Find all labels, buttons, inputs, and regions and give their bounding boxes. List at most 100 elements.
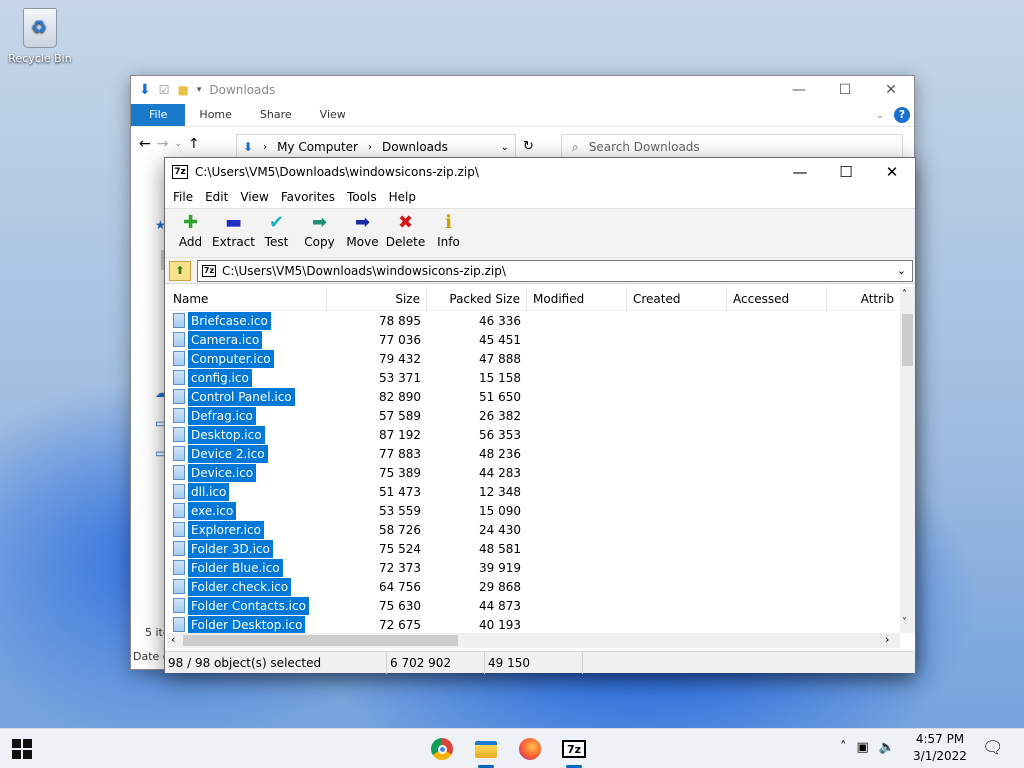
file-row[interactable]: Folder check.ico 64 756 29 868 — [167, 577, 900, 596]
taskbar-chrome[interactable] — [420, 729, 464, 768]
file-icon — [173, 465, 185, 480]
recent-locations-icon[interactable]: ⌄ — [174, 139, 182, 149]
ribbon-tab-home[interactable]: Home — [185, 104, 245, 126]
test-button-label: Test — [264, 235, 289, 249]
add-button[interactable]: ✚ Add — [169, 209, 212, 250]
file-row[interactable]: Folder 3D.ico 75 524 48 581 — [167, 539, 900, 558]
explorer-titlebar: ⬇ ☑ ■ ▾ Downloads — ☐ ✕ — [131, 76, 914, 104]
volume-icon[interactable]: 🔈 — [879, 740, 895, 755]
delete-button[interactable]: ✖ Delete — [384, 209, 427, 250]
extract-button[interactable]: ▬ Extract — [212, 209, 255, 250]
selected-packed-size: 49 150 — [485, 651, 583, 674]
file-row[interactable]: exe.ico 53 559 15 090 — [167, 501, 900, 520]
menu-view[interactable]: View — [234, 190, 274, 204]
file-row[interactable]: Control Panel.ico 82 890 51 650 — [167, 387, 900, 406]
scroll-left-icon[interactable]: ‹ — [171, 633, 175, 646]
explorer-maximize-button[interactable]: ☐ — [822, 76, 868, 104]
test-button[interactable]: ✔ Test — [255, 209, 298, 250]
scroll-down-icon[interactable]: ˅ — [902, 617, 907, 628]
column-header-modified[interactable]: Modified — [527, 287, 627, 311]
file-row[interactable]: Folder Desktop.ico 72 675 40 193 — [167, 615, 900, 633]
taskbar-clock[interactable]: 4:57 PM 3/1/2022 — [898, 731, 982, 765]
file-size: 79 432 — [379, 351, 421, 366]
folder-up-icon[interactable]: ⬆ — [169, 260, 191, 281]
properties-icon[interactable]: ☑ — [159, 83, 170, 97]
file-row[interactable]: Folder Contacts.ico 75 630 44 873 — [167, 596, 900, 615]
sevenzip-maximize-button[interactable]: ☐ — [823, 158, 869, 186]
explorer-minimize-button[interactable]: — — [776, 76, 822, 104]
horizontal-scroll-thumb[interactable] — [183, 635, 458, 646]
horizontal-scrollbar[interactable]: ‹ › — [167, 633, 900, 648]
file-row[interactable]: Explorer.ico 58 726 24 430 — [167, 520, 900, 539]
column-header-packed-size[interactable]: Packed Size — [427, 287, 527, 311]
file-row[interactable]: Folder Blue.ico 72 373 39 919 — [167, 558, 900, 577]
notifications-icon[interactable]: 🗨 — [982, 738, 1004, 758]
file-row[interactable]: Defrag.ico 57 589 26 382 — [167, 406, 900, 425]
file-row[interactable]: Device 2.ico 77 883 48 236 — [167, 444, 900, 463]
file-packed-size: 39 919 — [479, 560, 521, 575]
menu-file[interactable]: File — [167, 190, 199, 204]
ribbon-tab-share[interactable]: Share — [246, 104, 306, 126]
ribbon-tab-file[interactable]: File — [131, 104, 186, 126]
column-header-attributes[interactable]: Attrib — [827, 287, 900, 311]
file-row[interactable]: Briefcase.ico 78 895 46 336 — [167, 311, 900, 330]
network-icon[interactable]: ▣ — [857, 740, 869, 755]
ribbon-tab-view[interactable]: View — [306, 104, 360, 126]
address-dropdown-icon[interactable]: ⌄ — [501, 142, 515, 153]
quick-access-dropdown-icon[interactable]: ▾ — [197, 85, 202, 95]
explorer-navigation-pane[interactable]: ★ ☁ ▭ ▭ — [131, 168, 167, 648]
explorer-close-button[interactable]: ✕ — [868, 76, 914, 104]
copy-arrow-icon: ➡ — [311, 212, 328, 233]
sevenzip-statusbar: 98 / 98 object(s) selected 6 702 902 49 … — [165, 651, 915, 674]
start-button[interactable] — [12, 739, 32, 759]
help-icon[interactable]: ? — [894, 107, 910, 123]
file-size: 72 373 — [379, 560, 421, 575]
column-header-created[interactable]: Created — [627, 287, 727, 311]
file-row[interactable]: Camera.ico 77 036 45 451 — [167, 330, 900, 349]
menu-tools[interactable]: Tools — [341, 190, 383, 204]
copy-button[interactable]: ➡ Copy — [298, 209, 341, 250]
show-hidden-icons-icon[interactable]: ˄ — [840, 740, 847, 755]
file-icon — [173, 370, 185, 385]
scroll-right-icon[interactable]: › — [885, 633, 889, 646]
file-list[interactable]: Name Size Packed Size Modified Created A… — [167, 287, 900, 633]
file-name: Folder check.ico — [188, 577, 292, 596]
sevenzip-close-button[interactable]: ✕ — [869, 158, 915, 186]
up-arrow-icon[interactable]: ↑ — [188, 136, 200, 152]
sevenzip-window[interactable]: 7z C:\Users\VM5\Downloads\windowsicons-z… — [164, 157, 916, 674]
info-button[interactable]: ℹ Info — [427, 209, 470, 250]
vertical-scrollbar[interactable]: ˄ ˅ — [900, 287, 915, 633]
taskbar-7zip[interactable]: 7z — [552, 729, 596, 768]
taskbar: 7z ˄ ▣ 🔈 4:57 PM 3/1/2022 🗨 — [0, 728, 1024, 768]
recycle-bin-shortcut[interactable]: Recycle Bin — [6, 8, 74, 65]
refresh-icon[interactable]: ↻ — [523, 139, 534, 154]
forward-arrow-icon[interactable]: → — [157, 136, 169, 152]
breadcrumb-my-computer[interactable]: My Computer — [277, 140, 358, 154]
file-name: Defrag.ico — [188, 406, 256, 425]
menu-favorites[interactable]: Favorites — [275, 190, 341, 204]
breadcrumb-separator-icon: › — [263, 141, 268, 153]
file-row[interactable]: Computer.ico 79 432 47 888 — [167, 349, 900, 368]
taskbar-file-explorer[interactable] — [464, 729, 508, 768]
file-row[interactable]: Device.ico 75 389 44 283 — [167, 463, 900, 482]
menu-help[interactable]: Help — [383, 190, 422, 204]
column-header-name[interactable]: Name — [167, 287, 327, 311]
column-header-accessed[interactable]: Accessed — [727, 287, 827, 311]
move-button[interactable]: ➡ Move — [341, 209, 384, 250]
back-arrow-icon[interactable]: ← — [139, 136, 151, 152]
vertical-scroll-thumb[interactable] — [902, 314, 913, 366]
scroll-up-icon[interactable]: ˄ — [902, 289, 907, 300]
file-row[interactable]: dll.ico 51 473 12 348 — [167, 482, 900, 501]
sevenzip-minimize-button[interactable]: — — [777, 158, 823, 186]
column-header-size[interactable]: Size — [327, 287, 427, 311]
file-name-cell: Folder check.ico — [167, 577, 327, 596]
taskbar-firefox[interactable] — [508, 729, 552, 768]
breadcrumb-downloads[interactable]: Downloads — [382, 140, 448, 154]
file-row[interactable]: config.ico 53 371 15 158 — [167, 368, 900, 387]
menu-edit[interactable]: Edit — [199, 190, 234, 204]
file-name-cell: Defrag.ico — [167, 406, 327, 425]
ribbon-expand-icon[interactable]: ⌄ — [876, 110, 884, 121]
sevenzip-path-combobox[interactable]: 7z C:\Users\VM5\Downloads\windowsicons-z… — [197, 259, 913, 282]
path-dropdown-icon[interactable]: ⌄ — [897, 264, 912, 277]
file-row[interactable]: Desktop.ico 87 192 56 353 — [167, 425, 900, 444]
